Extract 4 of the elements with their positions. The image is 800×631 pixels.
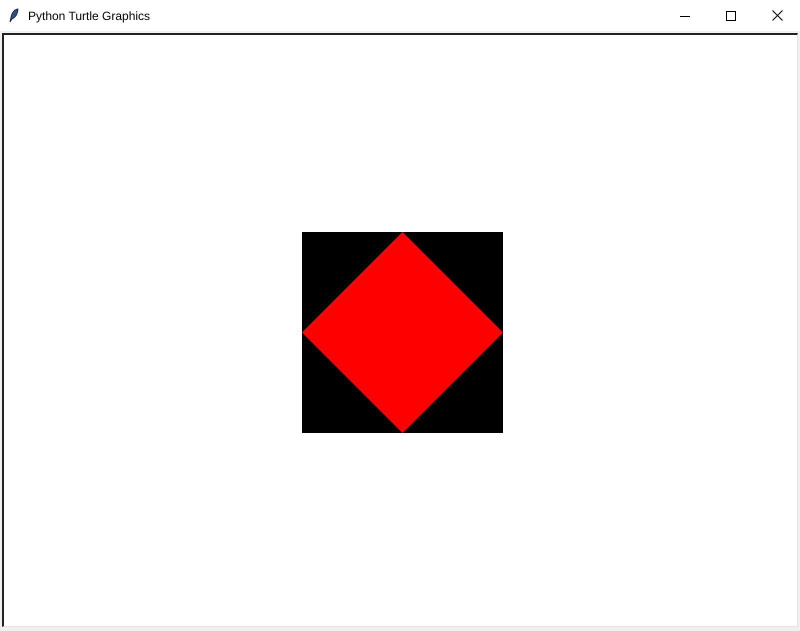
feather-icon xyxy=(9,8,19,23)
window-title: Python Turtle Graphics xyxy=(28,8,150,24)
close-icon xyxy=(772,10,782,21)
maximize-icon xyxy=(726,10,736,20)
